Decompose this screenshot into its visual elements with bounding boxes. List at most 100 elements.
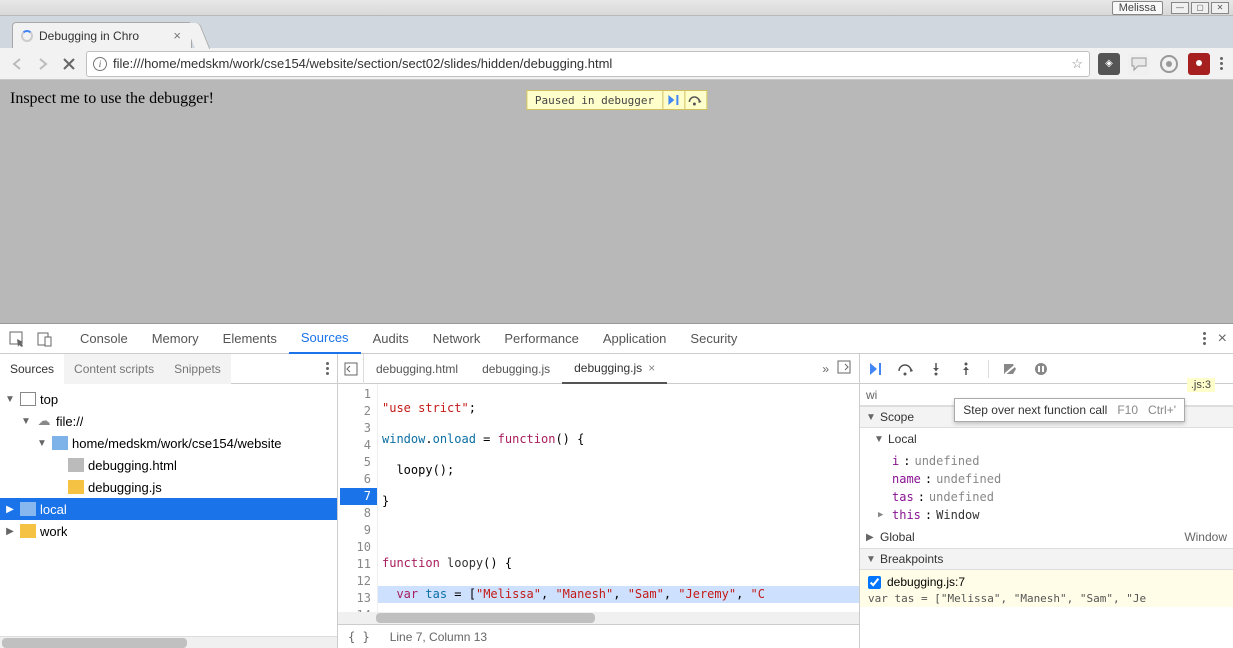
site-info-icon[interactable]: i — [93, 57, 107, 71]
tree-file-html[interactable]: debugging.html — [0, 454, 337, 476]
pause-message: Paused in debugger — [527, 92, 662, 109]
pretty-print-button[interactable]: { } — [348, 630, 370, 644]
page-viewport: Inspect me to use the debugger! Paused i… — [0, 80, 1233, 323]
toggle-navigator-button[interactable] — [338, 354, 364, 384]
js-file-icon — [68, 480, 84, 494]
scope-this[interactable]: ▶this: Window — [878, 506, 1233, 524]
tab-elements[interactable]: Elements — [211, 324, 289, 354]
breakpoint-checkbox[interactable] — [868, 576, 881, 589]
extension-icon-3[interactable] — [1158, 53, 1180, 75]
paused-in-debugger-banner: Paused in debugger — [526, 90, 707, 110]
code-editor[interactable]: 1234567891011121314 "use strict"; window… — [338, 384, 859, 612]
tab-network[interactable]: Network — [421, 324, 493, 354]
chrome-menu-button[interactable] — [1218, 55, 1225, 72]
folder-icon — [20, 502, 36, 516]
cursor-position: Line 7, Column 13 — [390, 630, 487, 644]
tooltip-text: Step over next function call — [963, 403, 1107, 417]
step-into-button[interactable] — [926, 359, 946, 379]
tab-security[interactable]: Security — [678, 324, 749, 354]
tree-folder-work[interactable]: ▶work — [0, 520, 337, 542]
extension-icon-2[interactable] — [1128, 53, 1150, 75]
loading-spinner-icon — [21, 30, 33, 42]
code-lines: "use strict"; window.onload = function()… — [378, 384, 859, 612]
file-icon — [68, 458, 84, 472]
back-button[interactable] — [8, 55, 26, 73]
window-maximize-button[interactable]: ▢ — [1191, 2, 1209, 14]
debugger-toolbar — [860, 354, 1233, 384]
device-toolbar-icon[interactable] — [34, 328, 56, 350]
browser-tab[interactable]: Debugging in Chro × — [12, 22, 192, 48]
tab-sources[interactable]: Sources — [289, 324, 361, 354]
paused-location-badge: .js:3 — [1187, 378, 1215, 392]
devtools-menu-button[interactable] — [1201, 330, 1208, 347]
folder-icon — [20, 524, 36, 538]
navigator-tab-content-scripts[interactable]: Content scripts — [64, 354, 164, 384]
bookmark-star-icon[interactable]: ☆ — [1071, 56, 1083, 72]
tab-audits[interactable]: Audits — [361, 324, 421, 354]
breakpoints-header[interactable]: ▼Breakpoints — [860, 548, 1233, 570]
tooltip-shortcut-1: F10 — [1117, 403, 1138, 417]
more-tabs-chevron-icon[interactable]: » — [822, 362, 829, 376]
editor-h-scrollbar[interactable] — [338, 612, 859, 624]
ublock-icon[interactable] — [1188, 53, 1210, 75]
breakpoint-item[interactable]: debugging.js:7 — [868, 572, 1225, 592]
navigator-menu-button[interactable] — [318, 362, 337, 375]
deactivate-breakpoints-button[interactable] — [1001, 359, 1021, 379]
navigator-h-scrollbar[interactable] — [0, 636, 337, 648]
tab-application[interactable]: Application — [591, 324, 679, 354]
editor-tab-2[interactable]: debugging.js× — [562, 354, 667, 384]
pause-step-button[interactable] — [684, 91, 706, 109]
tree-folder-local[interactable]: ▶local — [0, 498, 337, 520]
tree-top[interactable]: ▼top — [0, 388, 337, 410]
scope-global-header[interactable]: ▶GlobalWindow — [860, 526, 1233, 548]
breakpoint-preview: var tas = ["Melissa", "Manesh", "Sam", "… — [868, 592, 1225, 605]
resume-button[interactable] — [866, 359, 886, 379]
extension-icon-1[interactable]: ◈ — [1098, 53, 1120, 75]
folder-icon — [52, 436, 68, 450]
tab-performance[interactable]: Performance — [492, 324, 590, 354]
window-close-button[interactable]: ✕ — [1211, 2, 1229, 14]
pause-resume-button[interactable] — [662, 91, 684, 109]
scope-local-header[interactable]: ▼Local — [860, 428, 1233, 450]
breakpoints-body: debugging.js:7 var tas = ["Melissa", "Ma… — [860, 570, 1233, 607]
tab-title: Debugging in Chro — [39, 29, 139, 43]
tab-console[interactable]: Console — [68, 324, 140, 354]
url-text: file:///home/medskm/work/cse154/website/… — [113, 56, 1065, 71]
scope-var: i: undefined — [878, 452, 1233, 470]
browser-toolbar: i file:///home/medskm/work/cse154/websit… — [0, 48, 1233, 80]
window-minimize-button[interactable]: — — [1171, 2, 1189, 14]
tab-memory[interactable]: Memory — [140, 324, 211, 354]
tooltip-shortcut-2: Ctrl+' — [1148, 403, 1176, 417]
close-icon[interactable]: × — [648, 361, 655, 375]
tree-file-js[interactable]: debugging.js — [0, 476, 337, 498]
editor-tabstrip: debugging.html debugging.js debugging.js… — [338, 354, 859, 384]
navigator-tab-sources[interactable]: Sources — [0, 354, 64, 384]
line-gutter: 1234567891011121314 — [338, 384, 378, 612]
stop-reload-button[interactable] — [60, 55, 78, 73]
source-editor-panel: debugging.html debugging.js debugging.js… — [338, 354, 860, 648]
tab-close-button[interactable]: × — [171, 28, 183, 43]
toggle-debugger-pane-button[interactable] — [837, 360, 851, 377]
tree-scheme[interactable]: ▼☁file:// — [0, 410, 337, 432]
step-over-button[interactable] — [896, 359, 916, 379]
step-out-button[interactable] — [956, 359, 976, 379]
scope-local-vars: i: undefined name: undefined tas: undefi… — [860, 450, 1233, 526]
navigator-tab-snippets[interactable]: Snippets — [164, 354, 231, 384]
forward-button[interactable] — [34, 55, 52, 73]
element-picker-icon[interactable] — [6, 328, 28, 350]
editor-tab-0[interactable]: debugging.html — [364, 354, 470, 384]
tree-path[interactable]: ▼home/medskm/work/cse154/website — [0, 432, 337, 454]
address-bar[interactable]: i file:///home/medskm/work/cse154/websit… — [86, 51, 1090, 77]
window-titlebar: Melissa — ▢ ✕ — [0, 0, 1233, 16]
scope-var: name: undefined — [878, 470, 1233, 488]
devtools-header: Console Memory Elements Sources Audits N… — [0, 324, 1233, 354]
devtools-panel: Console Memory Elements Sources Audits N… — [0, 323, 1233, 648]
step-over-tooltip: Step over next function call F10 Ctrl+' — [954, 398, 1185, 422]
devtools-tabs: Console Memory Elements Sources Audits N… — [68, 324, 749, 354]
editor-tab-1[interactable]: debugging.js — [470, 354, 562, 384]
frame-icon — [20, 392, 36, 406]
window-user-badge: Melissa — [1112, 1, 1163, 15]
devtools-close-button[interactable]: × — [1218, 330, 1227, 348]
pause-on-exceptions-button[interactable] — [1031, 359, 1051, 379]
browser-tab-strip: Debugging in Chro × — [0, 16, 1233, 48]
